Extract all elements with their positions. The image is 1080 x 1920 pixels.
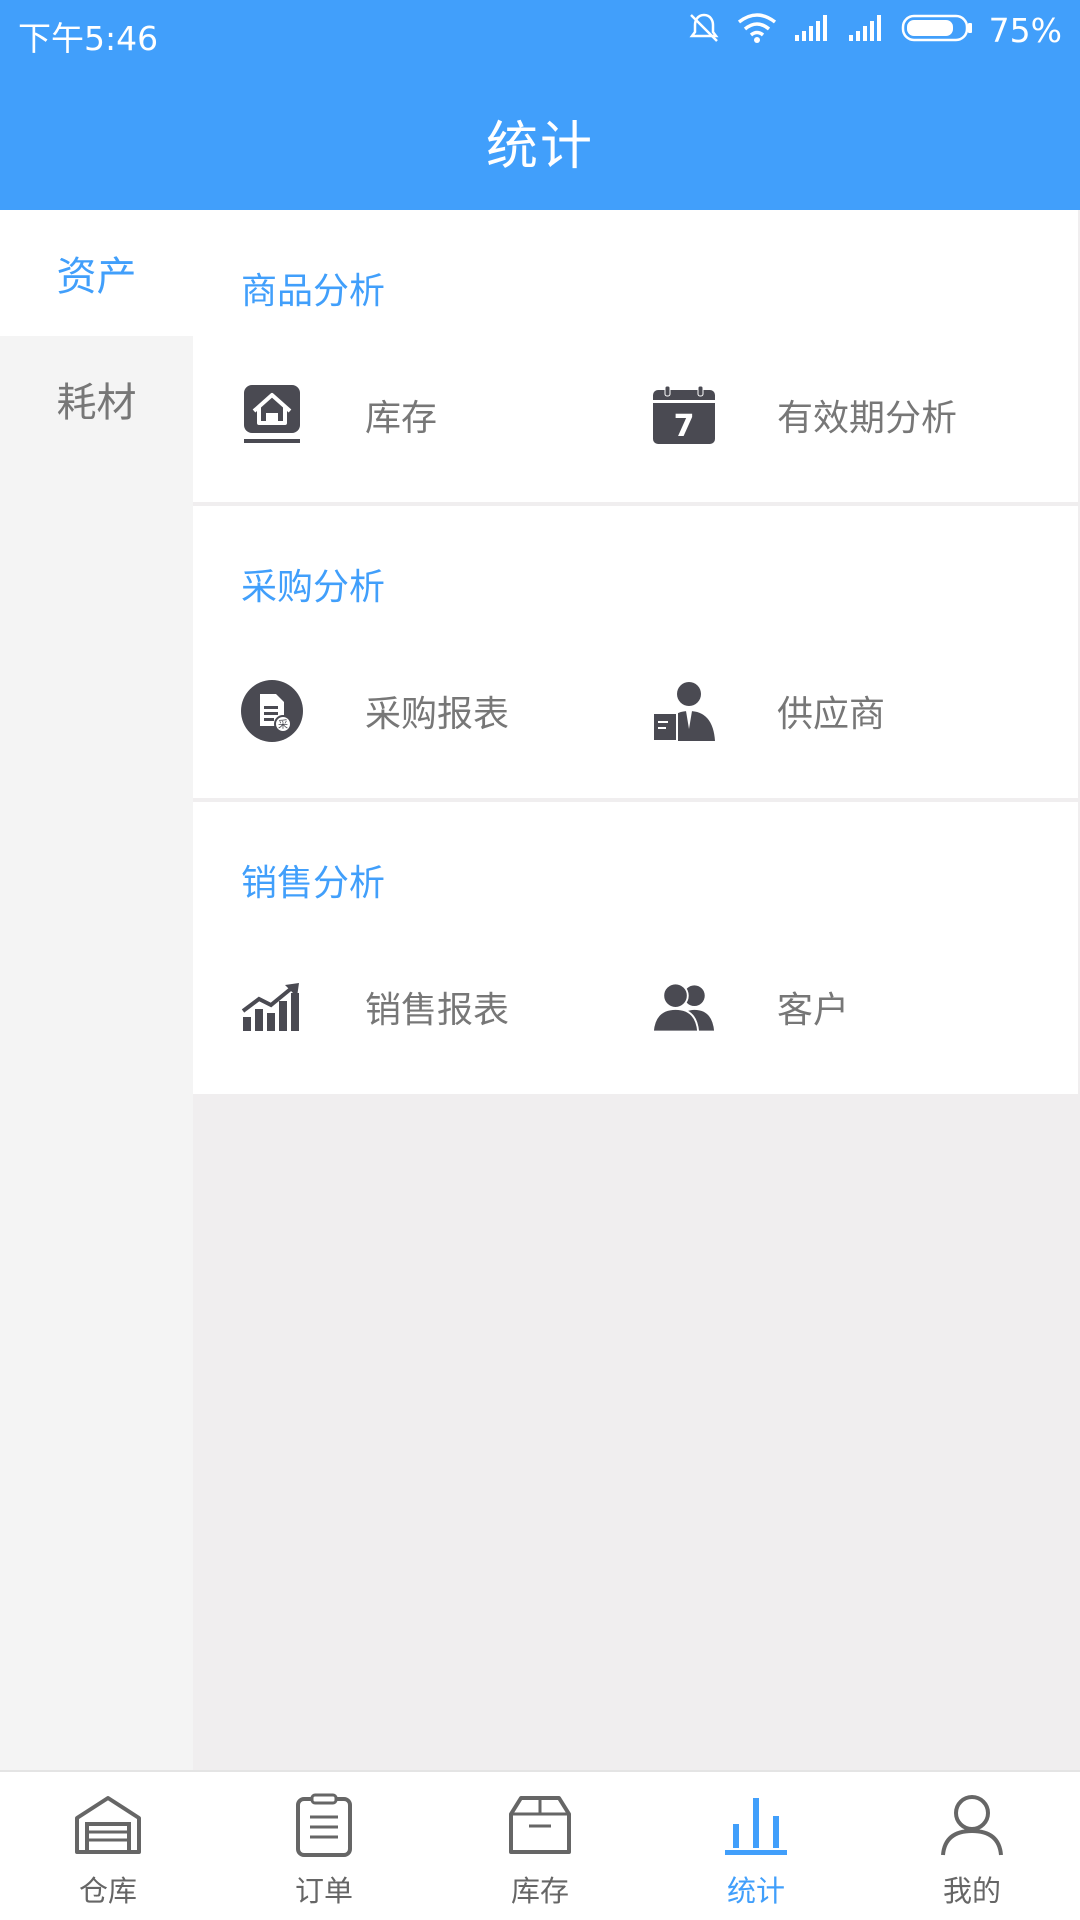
wifi-icon [737, 12, 777, 48]
entry-label: 库存 [365, 398, 438, 439]
sidebar-item-consumables[interactable]: 耗材 [0, 336, 193, 462]
entry-inventory[interactable]: 库存 [239, 375, 437, 455]
tab-label: 库存 [510, 1874, 569, 1908]
tab-label: 统计 [726, 1874, 785, 1908]
svg-text:7: 7 [674, 409, 695, 444]
tab-statistics[interactable]: 统计 [648, 1772, 864, 1920]
svg-text:采: 采 [278, 719, 288, 731]
tab-orders[interactable]: 订单 [216, 1772, 432, 1920]
section-title: 销售分析 [241, 863, 386, 904]
battery-icon [901, 13, 973, 47]
sidebar-item-assets[interactable]: 资产 [0, 210, 193, 336]
customers-icon [651, 974, 717, 1040]
entry-label: 采购报表 [365, 694, 510, 735]
user-icon [937, 1792, 1007, 1858]
bottom-nav: 仓库 订单 库存 统计 我的 [0, 1770, 1080, 1920]
analysis-content: 商品分析 库存 7 有效期分析 采购分析 采 采购报表 供应商 销售分析 销售报… [193, 210, 1078, 1098]
status-bar: 下午5:46 75% [0, 0, 1080, 62]
entry-label: 客户 [777, 990, 850, 1031]
entry-label: 供应商 [777, 694, 886, 735]
tab-label: 订单 [294, 1874, 353, 1908]
purchase-report-icon: 采 [239, 678, 305, 744]
sales-chart-icon [239, 974, 305, 1040]
category-sidebar: 资产 耗材 [0, 210, 193, 1770]
battery-percent: 75% [988, 10, 1062, 50]
status-icons: 75% [687, 10, 1062, 50]
garage-icon [73, 1792, 143, 1858]
tab-mine[interactable]: 我的 [864, 1772, 1080, 1920]
section-sales-analysis: 销售分析 销售报表 客户 [193, 802, 1078, 1094]
tab-label: 我的 [942, 1874, 1001, 1908]
page-title: 统计 [485, 117, 594, 177]
status-time: 下午5:46 [18, 19, 159, 58]
tab-inventory[interactable]: 库存 [432, 1772, 648, 1920]
section-product-analysis: 商品分析 库存 7 有效期分析 [193, 210, 1078, 502]
tab-warehouse[interactable]: 仓库 [0, 1772, 216, 1920]
entry-purchase-report[interactable]: 采 采购报表 [239, 671, 509, 751]
entry-supplier[interactable]: 供应商 [651, 671, 885, 751]
entry-label: 销售报表 [365, 990, 510, 1031]
section-title: 商品分析 [241, 271, 386, 312]
tab-label: 仓库 [78, 1874, 137, 1908]
entry-sales-report[interactable]: 销售报表 [239, 967, 509, 1047]
signal-icon [793, 13, 831, 47]
top-bar: 下午5:46 75% 统计 [0, 0, 1080, 210]
entry-expiry-analysis[interactable]: 7 有效期分析 [651, 375, 957, 455]
calendar-icon: 7 [651, 382, 717, 448]
box-icon [505, 1792, 575, 1858]
section-title: 采购分析 [241, 567, 386, 608]
mute-icon [687, 11, 721, 49]
section-purchase-analysis: 采购分析 采 采购报表 供应商 [193, 506, 1078, 798]
entry-customer[interactable]: 客户 [651, 967, 849, 1047]
supplier-icon [651, 678, 717, 744]
warehouse-icon [239, 382, 305, 448]
bar-chart-icon [721, 1792, 791, 1858]
signal-icon-2 [847, 13, 885, 47]
clipboard-icon [289, 1792, 359, 1858]
entry-label: 有效期分析 [777, 398, 958, 439]
